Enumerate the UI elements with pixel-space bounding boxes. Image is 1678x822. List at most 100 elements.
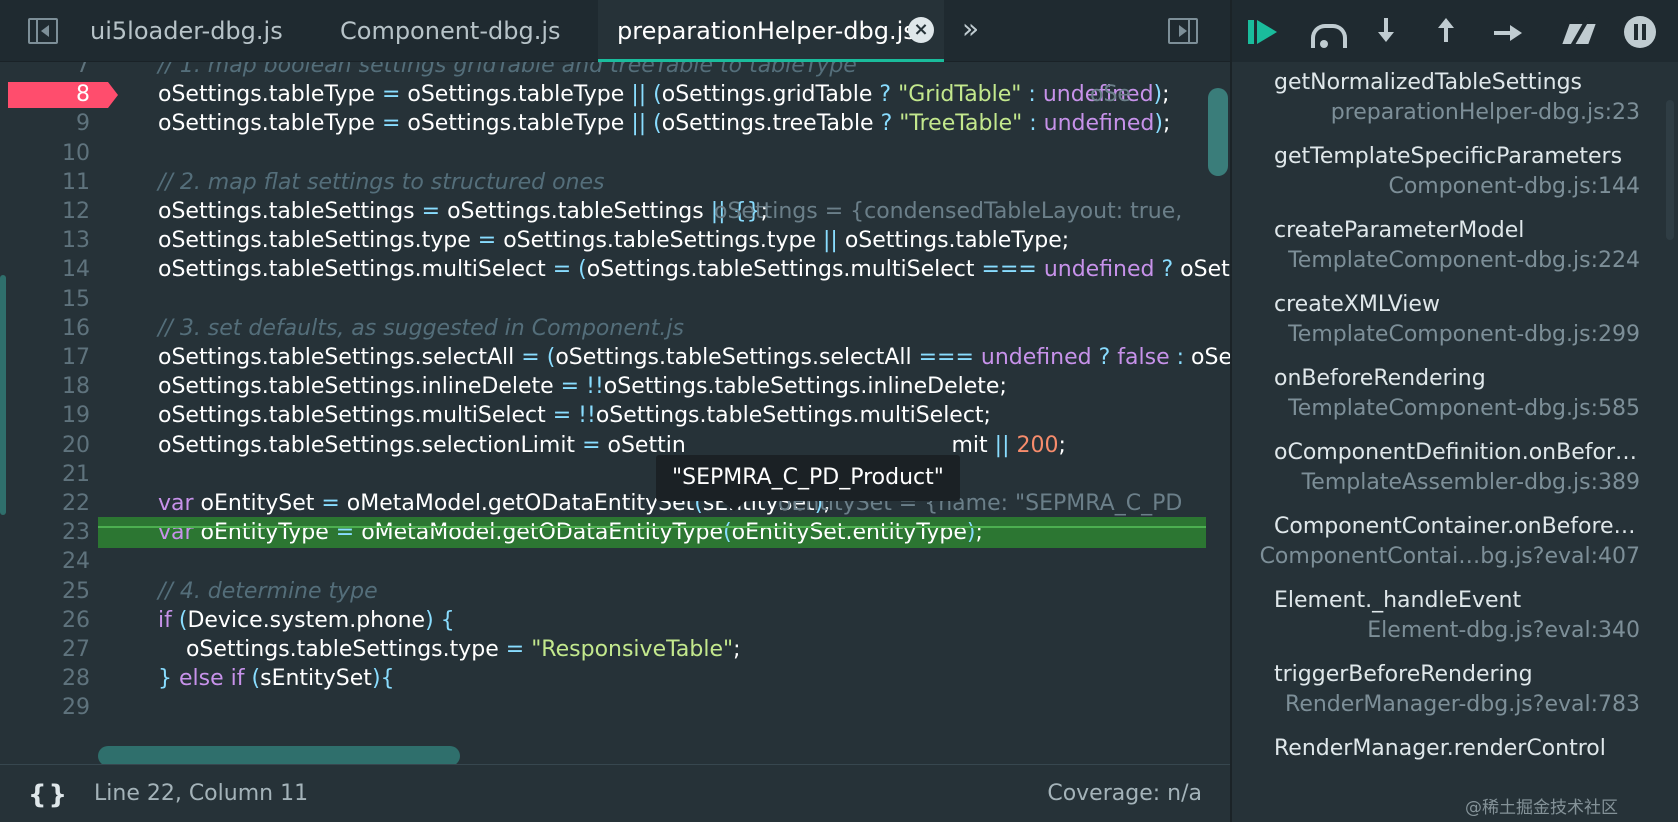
code-line[interactable]: 28 } else if (sEntitySet){ <box>0 663 1210 694</box>
code-line[interactable]: 8 oSettings.tableType = oSettings.tableTy… <box>0 79 1210 110</box>
frame-location: Element-dbg.js?eval:340 <box>1367 618 1640 643</box>
more-tabs-icon[interactable]: » <box>962 14 979 44</box>
code-line[interactable]: 10 <box>0 138 1210 169</box>
code-text[interactable]: // 2. map flat settings to structured on… <box>158 167 604 198</box>
code-text[interactable]: // 1. map boolean settings gridTable and… <box>158 62 857 81</box>
code-text[interactable]: oSettings.tableSettings = oSettings.tabl… <box>158 196 768 227</box>
line-number[interactable]: 12 <box>0 196 92 227</box>
code-text[interactable]: oSettings.tableSettings.type = oSettings… <box>158 225 1069 256</box>
frame-function: oComponentDefinition.onBefor… <box>1274 440 1637 465</box>
line-number[interactable]: 18 <box>0 371 92 402</box>
line-number[interactable]: 26 <box>0 605 92 636</box>
call-frame[interactable]: oComponentDefinition.onBefor… TemplateAss… <box>1232 436 1678 510</box>
code-line[interactable]: 17 oSettings.tableSettings.selectAll = (o… <box>0 342 1230 373</box>
code-text[interactable]: if (Device.system.phone) { <box>158 605 455 636</box>
line-number[interactable]: 24 <box>0 546 92 577</box>
frame-function: ComponentContainer.onBefore… <box>1274 514 1636 539</box>
code-line[interactable]: 15 <box>0 284 1210 315</box>
frame-function: createXMLView <box>1274 292 1440 317</box>
toggle-navigator-icon[interactable] <box>28 18 58 44</box>
code-line[interactable]: 13 oSettings.tableSettings.type = oSettin… <box>0 225 1210 256</box>
call-frame[interactable]: onBeforeRendering TemplateComponent-dbg.j… <box>1232 362 1678 436</box>
line-number[interactable]: 19 <box>0 400 92 431</box>
line-number[interactable]: 8 <box>0 79 92 110</box>
code-line[interactable]: 29 <box>0 692 1210 723</box>
line-number[interactable]: 17 <box>0 342 92 373</box>
vertical-scrollbar[interactable] <box>1208 88 1228 176</box>
code-line[interactable]: 18 oSettings.tableSettings.inlineDelete =… <box>0 371 1210 402</box>
line-number[interactable]: 25 <box>0 576 92 607</box>
call-frame[interactable]: createXMLView TemplateComponent-dbg.js:29… <box>1232 288 1678 362</box>
resume-icon[interactable] <box>1248 16 1282 50</box>
code-text[interactable]: // 3. set defaults, as suggested in Comp… <box>158 313 684 344</box>
line-number[interactable]: 16 <box>0 313 92 344</box>
line-number[interactable]: 21 <box>0 459 92 490</box>
code-line[interactable]: 9 oSettings.tableType = oSettings.tableTy… <box>0 108 1210 139</box>
devtools-window: ui5loader-dbg.js Component-dbg.js prepar… <box>0 0 1678 822</box>
call-frame[interactable]: triggerBeforeRendering RenderManager-dbg.… <box>1232 658 1678 732</box>
pause-on-exceptions-icon[interactable] <box>1624 16 1656 48</box>
line-number[interactable]: 10 <box>0 138 92 169</box>
code-line[interactable]: 14 oSettings.tableSettings.multiSelect = … <box>0 254 1230 285</box>
code-text[interactable]: oSettings.tableType = oSettings.tableTyp… <box>158 79 1170 110</box>
sidebar-scrollbar[interactable] <box>1666 100 1674 240</box>
code-line[interactable]: 7 // 1. map boolean settings gridTable an… <box>0 62 1210 81</box>
code-line[interactable]: 21 <box>0 459 1210 490</box>
code-line[interactable]: 19 oSettings.tableSettings.multiSelect = … <box>0 400 1210 431</box>
line-number[interactable]: 11 <box>0 167 92 198</box>
line-number[interactable]: 27 <box>0 634 92 665</box>
code-text[interactable]: oSettings.tableSettings.inlineDelete = !… <box>158 371 1007 402</box>
step-over-icon[interactable] <box>1308 16 1347 50</box>
watermark: @稀土掘金技术社区 <box>1465 798 1618 818</box>
line-number[interactable]: 15 <box>0 284 92 315</box>
call-frame[interactable]: getTemplateSpecificParameters Component-d… <box>1232 140 1678 214</box>
code-text[interactable]: oSettings.tableSettings.multiSelect = !!… <box>158 400 991 431</box>
line-number[interactable]: 20 <box>0 430 92 461</box>
line-number[interactable]: 13 <box>0 225 92 256</box>
code-line[interactable]: 11 // 2. map flat settings to structured … <box>0 167 1210 198</box>
call-frame[interactable]: Element._handleEvent Element-dbg.js?eval:… <box>1232 584 1678 658</box>
frame-function: createParameterModel <box>1274 218 1525 243</box>
code-line[interactable]: 20 oSettings.tableSettings.selectionLimit… <box>0 430 1210 461</box>
tab-bar: ui5loader-dbg.js Component-dbg.js prepar… <box>0 0 1230 62</box>
code-text[interactable]: oSettings.tableSettings.selectAll = (oSe… <box>158 342 1230 373</box>
code-text[interactable]: oSettings.tableType = oSettings.tableTyp… <box>158 108 1170 139</box>
call-frame[interactable]: getNormalizedTableSettings preparationHel… <box>1232 66 1678 140</box>
code-text[interactable]: } else if (sEntitySet){ <box>158 663 395 694</box>
step-icon[interactable] <box>1492 16 1526 50</box>
tab-ui5loader[interactable]: ui5loader-dbg.js <box>90 0 283 62</box>
step-into-icon[interactable] <box>1372 16 1406 50</box>
code-line[interactable]: 22 var oEntitySet = oMetaModel.getODataEn… <box>0 488 1210 519</box>
close-icon[interactable]: × <box>908 17 934 43</box>
code-text[interactable]: // 4. determine type <box>158 576 378 607</box>
code-line[interactable]: 25 // 4. determine type <box>0 576 1210 607</box>
code-text[interactable]: oSettings.tableSettings.type = "Responsi… <box>158 634 741 665</box>
code-text[interactable]: oSettings.tableSettings.multiSelect = (o… <box>158 254 1230 285</box>
code-area[interactable]: 7 // 1. map boolean settings gridTable an… <box>0 62 1230 764</box>
line-number[interactable]: 7 <box>0 62 92 81</box>
code-line[interactable]: 16 // 3. set defaults, as suggested in Co… <box>0 313 1210 344</box>
code-line[interactable]: 23 var oEntityType = oMetaModel.getODataE… <box>0 517 1210 549</box>
code-text[interactable]: var oEntityType = oMetaModel.getODataEnt… <box>158 517 983 548</box>
line-number[interactable]: 29 <box>0 692 92 723</box>
code-line[interactable]: 27 oSettings.tableSettings.type = "Respo… <box>0 634 1210 665</box>
tab-preparation-helper[interactable]: preparationHelper-dbg.js × <box>598 0 944 62</box>
deactivate-breakpoints-icon[interactable] <box>1562 16 1596 50</box>
code-line[interactable]: 24 <box>0 546 1210 577</box>
line-number[interactable]: 22 <box>0 488 92 519</box>
code-line[interactable]: 12 oSettings.tableSettings = oSettings.ta… <box>0 196 1210 227</box>
coverage-status: Coverage: n/a <box>1047 781 1202 806</box>
step-out-icon[interactable] <box>1432 16 1466 50</box>
line-number[interactable]: 23 <box>0 517 92 548</box>
tab-component[interactable]: Component-dbg.js <box>340 0 561 62</box>
line-number[interactable]: 14 <box>0 254 92 285</box>
call-frame[interactable]: createParameterModel TemplateComponent-db… <box>1232 214 1678 288</box>
call-frame[interactable]: ComponentContainer.onBefore… ComponentCon… <box>1232 510 1678 584</box>
pretty-print-icon[interactable]: {} <box>28 780 69 810</box>
line-number[interactable]: 28 <box>0 663 92 694</box>
horizontal-scrollbar[interactable] <box>98 746 460 766</box>
toggle-debugger-icon[interactable] <box>1168 18 1198 44</box>
code-line[interactable]: 26 if (Device.system.phone) { <box>0 605 1210 636</box>
line-number[interactable]: 9 <box>0 108 92 139</box>
debugger-toolbar <box>1232 0 1678 62</box>
